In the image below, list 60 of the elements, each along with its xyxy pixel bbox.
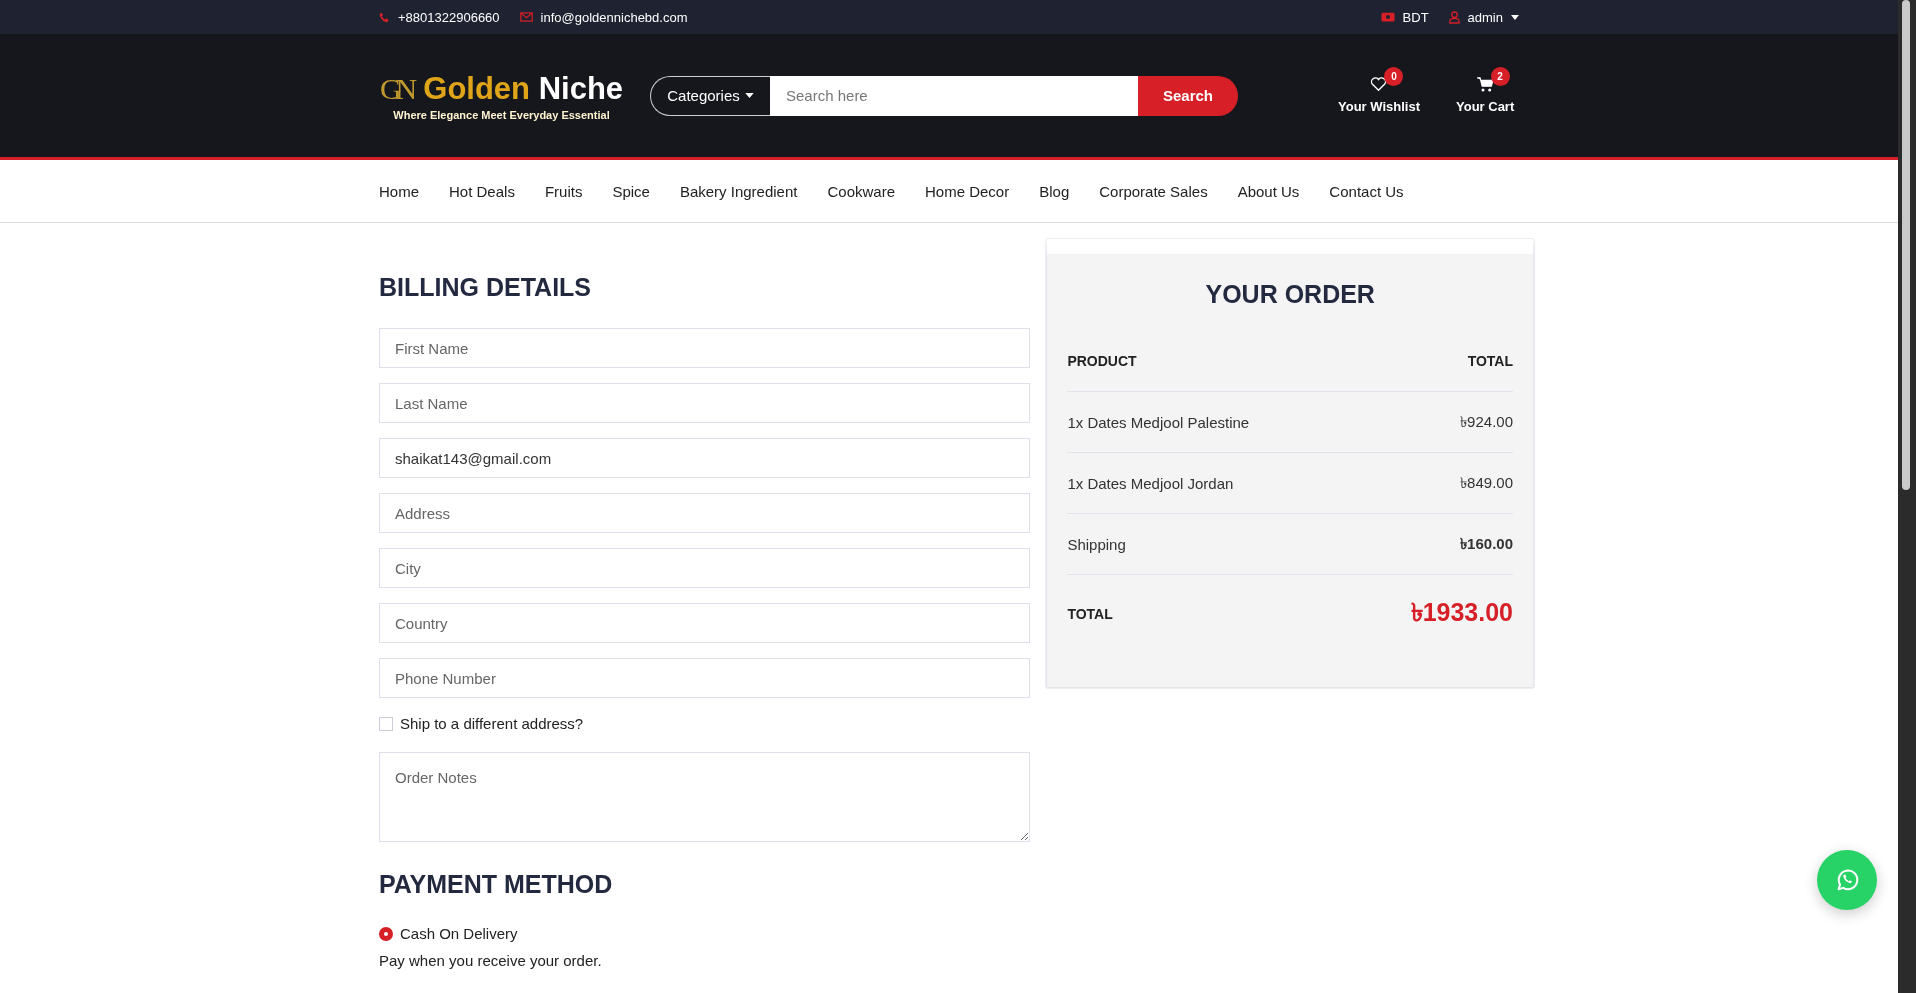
- search-field[interactable]: Search here: [770, 75, 1138, 116]
- column-header: TOTAL: [1467, 353, 1513, 369]
- caret-icon: [1511, 14, 1519, 20]
- total-amount: ৳1933.00: [1410, 596, 1513, 628]
- shipping-label: Shipping: [1067, 535, 1126, 553]
- product-price: ৳849.00: [1460, 472, 1513, 493]
- email-address[interactable]: info@goldennichebd.com: [540, 9, 688, 25]
- input-field[interactable]: City: [379, 548, 1031, 588]
- input-field[interactable]: Country: [379, 603, 1031, 643]
- nav-link[interactable]: Contact Us: [1329, 182, 1404, 200]
- cart-icon[interactable]: [1476, 77, 1494, 92]
- input-field[interactable]: First Name: [379, 328, 1031, 368]
- radio-label[interactable]: Cash On Delivery: [400, 925, 518, 942]
- count-badge: 2: [1490, 67, 1510, 86]
- nav-link[interactable]: About Us: [1237, 182, 1300, 200]
- input-field[interactable]: shaikat143@gmail.com: [379, 438, 1031, 478]
- shipping-cost: ৳160.00: [1460, 533, 1513, 554]
- payment-heading: PAYMENT METHOD: [379, 869, 614, 900]
- nav-link[interactable]: Home: [379, 182, 419, 200]
- nav-link[interactable]: Cookware: [827, 182, 895, 200]
- input-field[interactable]: Phone Number: [379, 658, 1031, 698]
- scrollbar[interactable]: [1898, 0, 1916, 993]
- envelope-icon: [519, 12, 533, 22]
- phone-icon: [379, 11, 390, 23]
- heart-icon[interactable]: [1370, 77, 1388, 92]
- banknote-icon: [1380, 12, 1395, 22]
- input-field[interactable]: Last Name: [379, 383, 1031, 423]
- product-name: 1x Dates Medjool Jordan: [1067, 474, 1234, 492]
- nav-link[interactable]: Bakery Ingredient: [679, 182, 798, 200]
- user-menu[interactable]: admin: [1467, 9, 1503, 25]
- radio-button[interactable]: [379, 926, 393, 941]
- logo-name[interactable]: Golden Niche: [423, 70, 624, 107]
- nav-link[interactable]: Home Decor: [925, 182, 1010, 200]
- logo-monogram[interactable]: GN: [379, 71, 418, 106]
- checkbox[interactable]: [379, 716, 393, 731]
- search-button[interactable]: Search: [1138, 75, 1238, 116]
- nav-link[interactable]: Spice: [612, 182, 650, 200]
- payment-description: Pay when you receive your order.: [379, 952, 603, 969]
- input-field[interactable]: Address: [379, 493, 1031, 533]
- column-header: PRODUCT: [1067, 353, 1137, 369]
- wishlist-link[interactable]: Your Wishlist: [1338, 99, 1420, 114]
- cart-link[interactable]: Your Cart: [1456, 99, 1515, 114]
- count-badge: 0: [1384, 67, 1404, 86]
- product-price: ৳924.00: [1460, 411, 1513, 432]
- order-heading: YOUR ORDER: [1204, 280, 1376, 310]
- total-label: TOTAL: [1067, 606, 1113, 622]
- checkbox-label[interactable]: Ship to a different address?: [400, 715, 584, 732]
- logo-tagline: Where Elegance Meet Everyday Essential: [393, 108, 610, 121]
- billing-heading: BILLING DETAILS: [379, 272, 593, 303]
- currency-selector[interactable]: BDT: [1402, 9, 1429, 25]
- categories-dropdown[interactable]: Categories: [650, 75, 770, 116]
- nav-link[interactable]: Corporate Sales: [1099, 182, 1208, 200]
- product-name: 1x Dates Medjool Palestine: [1067, 413, 1250, 431]
- phone-number[interactable]: +8801322906660: [398, 9, 500, 25]
- nav-link[interactable]: Hot Deals: [449, 182, 515, 200]
- order-notes-field[interactable]: Order Notes: [379, 752, 1031, 842]
- caret-icon: [744, 93, 754, 98]
- nav-link[interactable]: Fruits: [544, 182, 583, 200]
- nav-link[interactable]: Blog: [1039, 182, 1070, 200]
- user-icon: [1448, 10, 1460, 24]
